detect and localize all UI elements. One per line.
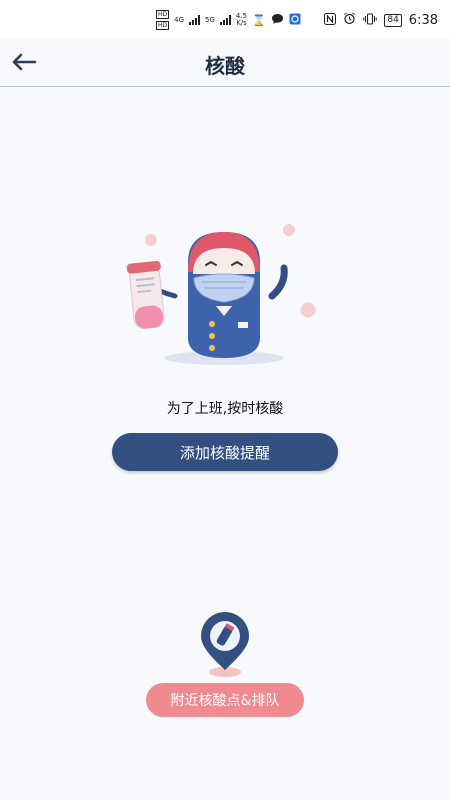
- hd-badge-2: HD: [156, 21, 170, 30]
- battery-indicator: 84: [384, 13, 402, 27]
- vibrate-icon: [363, 12, 378, 28]
- signal-icon-2: [219, 15, 231, 25]
- alarm-icon: [343, 12, 356, 28]
- slogan-text: 为了上班,按时核酸: [166, 401, 284, 417]
- status-bar: HD HD 4G 5G 4.5 K/s ⌛ 84 6:38: [0, 0, 450, 38]
- status-left-group: HD HD 4G 5G 4.5 K/s ⌛: [156, 10, 301, 30]
- hourglass-icon: ⌛: [252, 13, 266, 27]
- nfc-icon: [324, 12, 337, 28]
- network-type-1: 4G: [174, 15, 185, 24]
- hd-badge-1: HD: [156, 10, 170, 19]
- add-reminder-button[interactable]: 添加核酸提醒: [112, 433, 338, 471]
- message-icon: [271, 13, 284, 28]
- app-notification-icon: [289, 13, 301, 28]
- hd-indicators: HD HD: [156, 10, 170, 30]
- status-right-group: 84 6:38: [324, 12, 438, 28]
- app-header: 核酸: [0, 38, 450, 87]
- signal-icon-1: [189, 15, 201, 25]
- location-pin-icon[interactable]: [198, 612, 252, 678]
- network-type-2: 5G: [205, 15, 215, 24]
- nearby-test-sites-button[interactable]: 附近核酸点&排队: [146, 683, 304, 717]
- clock-time: 6:38: [408, 12, 438, 28]
- network-speed: 4.5 K/s: [236, 13, 247, 27]
- page-title: 核酸: [205, 54, 245, 78]
- mascot-illustration: [126, 224, 316, 365]
- network-speed-unit: K/s: [236, 19, 247, 27]
